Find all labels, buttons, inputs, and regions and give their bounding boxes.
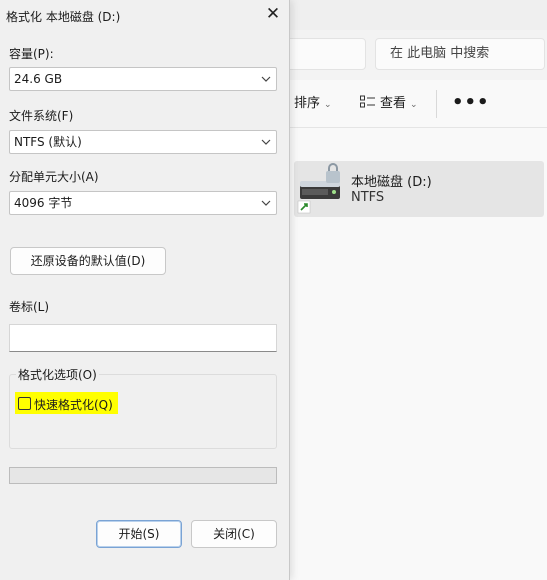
chevron-down-icon — [261, 139, 271, 145]
chevron-down-icon — [261, 200, 271, 206]
quick-format-checkbox[interactable] — [18, 397, 31, 410]
drive-name: 本地磁盘 (D:) — [351, 175, 432, 190]
filesystem-value: NTFS (默认) — [14, 135, 82, 149]
close-icon[interactable]: ✕ — [262, 3, 284, 25]
format-options-legend: 格式化选项(O) — [16, 366, 99, 383]
format-dialog: 格式化 本地磁盘 (D:) ✕ 容量(P): 24.6 GB 文件系统(F) N… — [0, 0, 290, 580]
filesystem-label: 文件系统(F) — [9, 109, 74, 123]
toolbar-divider — [436, 90, 437, 118]
format-progress-bar — [9, 467, 277, 484]
drive-filesystem: NTFS — [351, 190, 385, 205]
capacity-select[interactable]: 24.6 GB — [9, 67, 277, 91]
sort-button[interactable]: 排序 ⌄ — [294, 94, 332, 114]
quick-format-label[interactable]: 快速格式化(Q) — [34, 396, 113, 413]
filesystem-select[interactable]: NTFS (默认) — [9, 130, 277, 154]
capacity-label: 容量(P): — [9, 47, 54, 61]
dialog-title: 格式化 本地磁盘 (D:) — [6, 10, 121, 24]
allocation-value: 4096 字节 — [14, 196, 73, 210]
volume-label-input[interactable] — [9, 324, 277, 352]
view-icon — [360, 95, 375, 108]
volume-label-caption: 卷标(L) — [9, 300, 50, 314]
view-label: 查看 — [380, 96, 407, 111]
chevron-down-icon: ⌄ — [410, 100, 418, 110]
view-button[interactable]: 查看 ⌄ — [360, 94, 418, 114]
allocation-select[interactable]: 4096 字节 — [9, 191, 277, 215]
close-button[interactable]: 关闭(C) — [191, 520, 277, 548]
chevron-down-icon — [261, 76, 271, 82]
allocation-label: 分配单元大小(A) — [9, 170, 99, 184]
start-button[interactable]: 开始(S) — [96, 520, 182, 548]
chevron-down-icon: ⌄ — [324, 100, 332, 110]
sort-label: 排序 — [294, 96, 321, 111]
restore-defaults-button[interactable]: 还原设备的默认值(D) — [10, 247, 166, 275]
capacity-value: 24.6 GB — [14, 72, 63, 86]
local-disk-icon — [297, 163, 340, 214]
address-bar[interactable] — [282, 38, 366, 70]
more-options-button[interactable]: ••• — [452, 92, 490, 113]
search-input[interactable]: 在 此电脑 中搜索 — [375, 38, 545, 70]
